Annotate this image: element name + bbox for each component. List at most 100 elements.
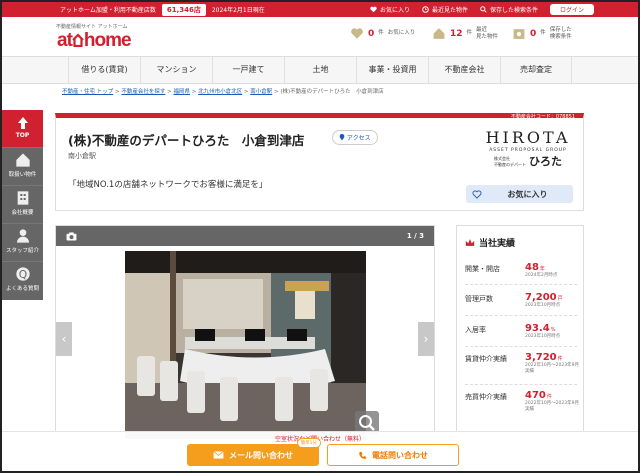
heart-icon — [351, 28, 363, 39]
phone-inquiry-button[interactable]: 電話問い合わせ — [327, 444, 459, 466]
breadcrumb-separator: > — [167, 89, 172, 95]
map-pin-icon — [339, 134, 345, 141]
result-unit: 年 — [539, 266, 545, 272]
phone-inquiry-label: 電話問い合わせ — [372, 450, 428, 460]
result-value: 93.4 — [525, 323, 550, 334]
sidebar-item-staff[interactable]: スタッフ紹介 — [2, 223, 43, 261]
camera-icon — [66, 231, 77, 241]
gallery-next-button[interactable]: › — [418, 322, 434, 356]
sidebar-listings-label: 取扱い物件 — [8, 172, 37, 178]
results-divider — [465, 346, 577, 347]
sidebar-item-listings[interactable]: 取扱い物件 — [2, 147, 43, 185]
result-label: 管理戸数 — [465, 295, 493, 303]
recent-stat[interactable]: 12 件 最近 見た物件 — [432, 27, 498, 41]
heart-outline-icon — [472, 189, 482, 199]
as-of-date: 2024年2月1日現在 — [211, 7, 265, 14]
breadcrumb-link[interactable]: 福岡県 — [173, 89, 190, 95]
nav-house[interactable]: 一戸建て — [212, 57, 284, 83]
results-title-text: 当社実績 — [479, 239, 516, 249]
access-button[interactable]: アクセス — [332, 130, 378, 145]
breadcrumb-link[interactable]: 不動産会社を探す — [121, 89, 165, 95]
chevron-left-icon: ‹ — [61, 332, 67, 346]
result-row: 売買仲介実績 470件 2022年10月～2023年9月実績 — [465, 390, 581, 413]
mail-icon — [213, 451, 224, 459]
svg-text:Q: Q — [18, 268, 26, 281]
login-button[interactable]: ログイン — [549, 4, 594, 15]
result-row: 開業・開店 48年 2024年2月時点 — [465, 262, 581, 279]
nearest-station: 南小倉駅 — [68, 152, 96, 160]
breadcrumb-current: (株)不動産のデパートひろた 小倉到津店 — [280, 89, 384, 95]
photo-gallery: 1 / 3 ‹ › — [55, 225, 435, 445]
gallery-counter: 1 / 3 — [406, 232, 424, 240]
agency-logo-small: 株式会社 不動産のデパート — [494, 156, 526, 167]
breadcrumb-separator: > — [243, 89, 249, 95]
breadcrumb-separator: > — [191, 89, 197, 95]
saved-search-icon — [513, 29, 525, 40]
gallery-prev-button[interactable]: ‹ — [56, 322, 72, 356]
result-note: 2022年10月～2023年9月実績 — [525, 401, 579, 412]
result-value: 3,720 — [525, 352, 557, 363]
athome-logo[interactable]: at home — [57, 30, 132, 52]
breadcrumb-link[interactable]: 不動産・住宅 トップ — [62, 89, 113, 95]
sidebar-item-top[interactable]: TOP — [2, 110, 43, 147]
heart-icon — [370, 6, 377, 13]
topbar-recent-link[interactable]: 最近見た物件 — [422, 5, 468, 14]
saved-count: 0 — [530, 28, 537, 39]
result-row: 入居率 93.4% 2023年10月時点 — [465, 323, 581, 340]
nav-agency[interactable]: 不動産会社 — [428, 57, 500, 83]
add-favorite-button[interactable]: お気に入り — [466, 185, 573, 203]
results-divider — [465, 284, 577, 285]
result-unit: % — [550, 327, 556, 333]
member-count: 61,346店 — [161, 3, 206, 16]
sidebar-staff-label: スタッフ紹介 — [5, 248, 39, 254]
person-icon — [16, 229, 29, 243]
gallery-header: 1 / 3 — [56, 226, 434, 246]
saved-unit: 件 — [540, 30, 546, 37]
favorites-stat[interactable]: 0 件 お気に入り — [350, 27, 415, 40]
favorites-count: 0 — [368, 28, 375, 39]
add-favorite-label: お気に入り — [507, 189, 548, 199]
results-divider — [465, 384, 577, 385]
nav-business[interactable]: 事業・投資用 — [356, 57, 428, 83]
result-label: 開業・開店 — [465, 265, 500, 273]
search-icon — [480, 6, 487, 13]
mail-inquiry-button[interactable]: メール問い合わせ 簡単1分 — [187, 438, 321, 466]
result-note: 2024年2月時点 — [525, 273, 558, 278]
result-value: 48 — [525, 262, 539, 273]
sidebar-item-company[interactable]: 会社概要 — [2, 185, 43, 223]
breadcrumb-link[interactable]: 南小倉駅 — [250, 89, 272, 95]
breadcrumb-separator: > — [274, 89, 279, 95]
sidebar-item-faq[interactable]: Q よくある質問 — [2, 261, 43, 299]
nav-rent[interactable]: 借りる(賃貸) — [68, 57, 140, 83]
favorites-label: お気に入り — [387, 30, 416, 37]
house-icon — [15, 153, 30, 167]
house-icon — [433, 28, 445, 40]
nav-appraisal[interactable]: 売却査定 — [500, 57, 572, 83]
agency-logo-kana: ひろた — [529, 155, 562, 168]
result-row: 管理戸数 7,200戸 2023年10月時点 — [465, 292, 581, 309]
recent-count: 12 — [450, 28, 463, 39]
topbar-favorites-link[interactable]: お気に入り — [370, 5, 410, 14]
crown-icon — [465, 239, 475, 246]
result-note: 2023年10月時点 — [525, 303, 561, 308]
saved-search-stat[interactable]: 0 件 保存した 検索条件 — [512, 27, 572, 41]
nav-land[interactable]: 土地 — [284, 57, 356, 83]
agency-code: 不動産会社コード：078851 — [510, 114, 575, 120]
result-value: 7,200 — [525, 292, 557, 303]
saved-label: 保存した 検索条件 — [549, 27, 572, 40]
result-note: 2023年10月時点 — [525, 334, 561, 339]
agency-card: 不動産会社コード：078851 (株)不動産のデパートひろた 小倉到津店 アクセ… — [55, 113, 584, 211]
topbar-recent-label: 最近見た物件 — [431, 7, 468, 14]
topbar-saved-search-link[interactable]: 保存した検索条件 — [480, 5, 538, 14]
mail-inquiry-label: メール問い合わせ — [229, 450, 293, 460]
clock-icon — [422, 6, 429, 13]
nav-mansion[interactable]: マンション — [140, 57, 212, 83]
recent-label: 最近 見た物件 — [476, 27, 499, 40]
question-icon: Q — [15, 267, 30, 281]
main-nav: 借りる(賃貸) マンション 一戸建て 土地 事業・投資用 不動産会社 売却査定 — [2, 56, 638, 84]
agency-results: 当社実績 開業・開店 48年 2024年2月時点 管理戸数 7,200戸 2023年… — [456, 225, 584, 445]
breadcrumb-link[interactable]: 北九州市小倉北区 — [198, 89, 242, 95]
house-icon — [72, 33, 84, 48]
member-text: アットホーム加盟・利用不動産店数 — [60, 7, 156, 14]
result-label: 入居率 — [465, 326, 486, 334]
